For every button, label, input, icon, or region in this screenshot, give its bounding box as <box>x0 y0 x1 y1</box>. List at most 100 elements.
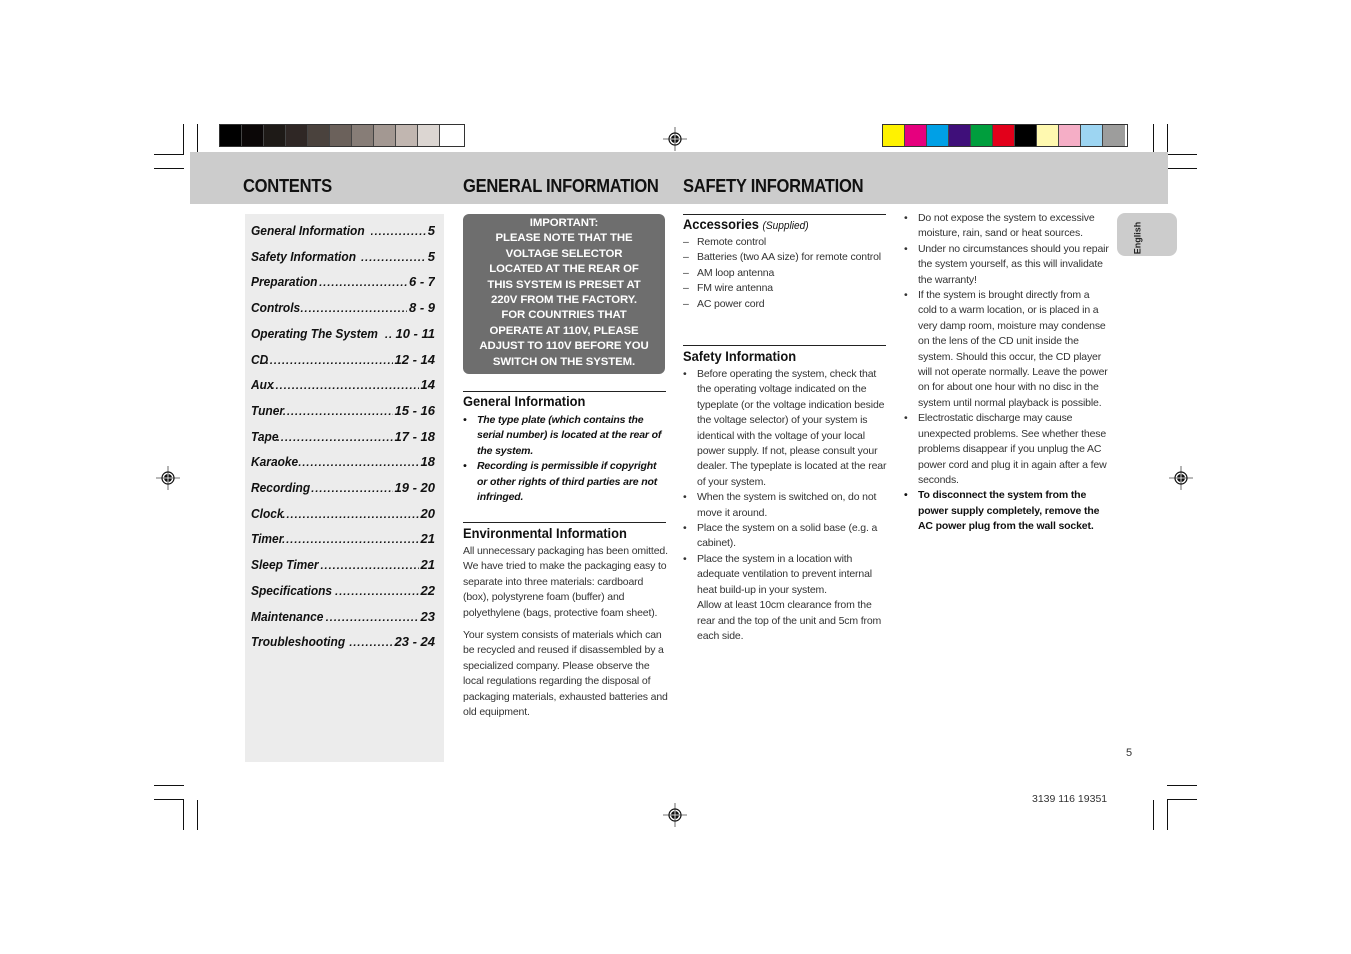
color-swatch <box>396 125 418 146</box>
toc-entry-label: Karaoke <box>251 454 299 470</box>
toc-entry[interactable]: Controls 8 - 9 <box>251 300 435 315</box>
safety-information-heading: Safety Information <box>683 348 797 364</box>
toc-leader-dots <box>371 226 426 238</box>
important-line: SWITCH ON THE SYSTEM. <box>492 355 636 368</box>
environmental-paragraph: All unnecessary packaging has been omitt… <box>463 545 668 619</box>
toc-leader-dots <box>282 509 418 521</box>
safety-list-col1: Before operating the system, check that … <box>683 367 888 644</box>
toc-entry[interactable]: General Information 5 <box>251 223 435 238</box>
toc-entry-page: 10 - 11 <box>395 325 435 341</box>
crop-mark <box>1167 785 1197 786</box>
toc-entry[interactable]: Troubleshooting 23 - 24 <box>251 634 435 649</box>
toc-entry[interactable]: Safety Information 5 <box>251 249 435 264</box>
safety-bullet: Before operating the system, check that … <box>683 367 888 490</box>
toc-entry[interactable]: Operating The System 10 - 11 <box>251 326 435 341</box>
toc-entry[interactable]: Timer 21 <box>251 531 435 546</box>
toc-leader-dots <box>272 380 419 392</box>
toc-entry[interactable]: Tape 17 - 18 <box>251 429 435 444</box>
accessory-item: Remote control <box>683 235 883 251</box>
contents-title: CONTENTS <box>243 176 332 196</box>
toc-entry-page: 19 - 20 <box>394 480 435 495</box>
toc-entry[interactable]: CD 12 - 14 <box>251 352 435 367</box>
general-info-bullet: Recording is permissible if copyright or… <box>463 459 668 505</box>
toc-entry-label: CD <box>251 351 269 367</box>
divider <box>683 214 886 215</box>
language-label: English <box>1132 221 1143 255</box>
toc-leader-dots <box>335 586 418 598</box>
toc-entry[interactable]: Sleep Timer 21 <box>251 557 435 572</box>
crop-mark <box>154 154 184 155</box>
toc-entry-page: 21 <box>420 531 435 547</box>
toc-entry-label: Timer <box>251 531 284 547</box>
toc-entry-page: 5 <box>427 223 435 238</box>
registration-mark-icon <box>1169 466 1193 490</box>
toc-leader-dots <box>349 637 392 649</box>
toc-leader-dots <box>319 277 407 289</box>
important-line: PLEASE NOTE THAT THE <box>495 232 633 245</box>
color-swatch <box>1103 125 1125 146</box>
crop-mark <box>183 800 184 830</box>
toc-entry-label: Tuner <box>251 402 285 418</box>
toc-entry-label: Tape <box>251 428 279 444</box>
toc-entry-label: Specifications <box>251 582 333 598</box>
toc-leader-dots <box>311 483 392 495</box>
crop-mark <box>154 168 184 169</box>
toc-entry[interactable]: Clock 20 <box>251 506 435 521</box>
registration-mark-icon <box>663 127 687 151</box>
toc-entry[interactable]: Aux 14 <box>251 377 435 392</box>
crop-mark <box>197 800 198 830</box>
accessory-item: Batteries (two AA size) for remote contr… <box>683 250 883 266</box>
color-swatch <box>1037 125 1059 146</box>
toc-entry[interactable]: Specifications 22 <box>251 583 435 598</box>
toc-entry-label: Operating The System <box>251 325 378 341</box>
safety-bullet: If the system is brought directly from a… <box>904 288 1109 411</box>
general-info-bullet: The type plate (which contains the seria… <box>463 413 668 459</box>
toc-leader-dots <box>283 406 393 418</box>
safety-bullet: Under no circumstances should you repair… <box>904 242 1109 288</box>
color-swatch <box>418 125 440 146</box>
toc-leader-dots <box>266 355 393 367</box>
toc-entry[interactable]: Recording 19 - 20 <box>251 480 435 495</box>
toc-entry-page: 20 <box>420 505 435 521</box>
safety-information-title: SAFETY INFORMATION <box>683 176 864 196</box>
crop-mark <box>1167 168 1197 169</box>
accessories-subheading: (Supplied) <box>762 220 809 232</box>
environmental-information-heading: Environmental Information <box>463 525 627 541</box>
toc-leader-dots <box>320 560 418 572</box>
important-line: THIS SYSTEM IS PRESET AT <box>487 278 641 291</box>
important-line: IMPORTANT: <box>529 217 599 229</box>
safety-bullet: When the system is switched on, do not m… <box>683 490 888 521</box>
safety-bullet: To disconnect the system from the power … <box>904 488 1109 534</box>
crop-mark <box>197 124 198 155</box>
color-swatch <box>1081 125 1103 146</box>
toc-entry-label: Aux <box>251 377 274 393</box>
document-number: 3139 116 19351 <box>1032 793 1108 805</box>
important-line: ADJUST TO 110V BEFORE YOU <box>479 340 649 353</box>
accessories-heading: Accessories (Supplied) <box>683 216 809 232</box>
toc-entry-label: Safety Information <box>251 248 356 264</box>
color-swatch <box>308 125 330 146</box>
toc-entry-label: Controls <box>251 300 301 316</box>
toc-entry-page: 12 - 14 <box>394 351 435 367</box>
toc-entry-page: 14 <box>420 377 435 393</box>
toc-leader-dots <box>361 252 426 264</box>
safety-bullet: Electrostatic discharge may cause unexpe… <box>904 411 1109 488</box>
toc-entry[interactable]: Maintenance 23 <box>251 609 435 624</box>
toc-leader-dots <box>385 329 394 341</box>
toc-entry[interactable]: Preparation 6 - 7 <box>251 274 435 289</box>
important-line: LOCATED AT THE REAR OF <box>489 263 639 276</box>
important-line: OPERATE AT 110V, PLEASE <box>489 324 639 337</box>
safety-list-col2: Do not expose the system to excessive mo… <box>904 211 1109 535</box>
color-swatch <box>883 125 905 146</box>
crop-mark <box>1153 800 1154 830</box>
toc-entry[interactable]: Tuner 15 - 16 <box>251 403 435 418</box>
grayscale-color-bar <box>219 124 465 147</box>
crop-mark <box>183 124 184 155</box>
safety-bullet: Place the system on a solid base (e.g. a… <box>683 521 888 552</box>
process-color-bar <box>882 124 1128 147</box>
important-notice: IMPORTANT: PLEASE NOTE THAT THE VOLTAGE SE… <box>463 214 665 374</box>
crop-mark <box>1153 124 1154 155</box>
toc-entry-label: Clock <box>251 505 284 521</box>
safety-bullet: Allow at least 10cm clearance from the r… <box>697 599 882 642</box>
toc-entry[interactable]: Karaoke 18 <box>251 454 435 469</box>
